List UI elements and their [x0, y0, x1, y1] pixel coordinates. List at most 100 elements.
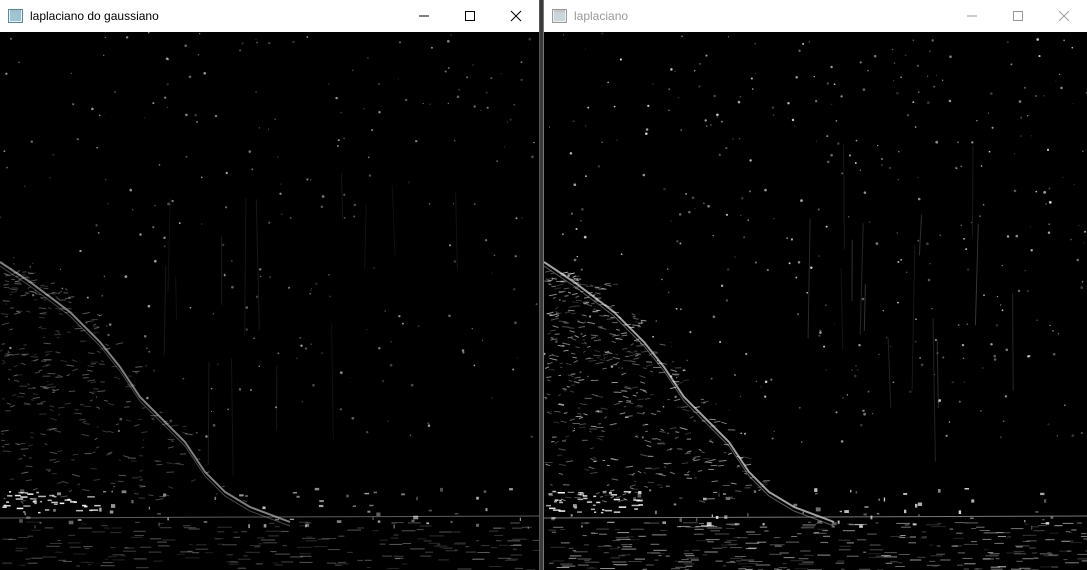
noise-point: [740, 432, 743, 435]
texture-edge: [82, 373, 90, 376]
noise-point: [448, 314, 451, 318]
noise-point: [539, 33, 540, 34]
texture-edge: [57, 481, 63, 485]
texture-edge: [101, 430, 108, 433]
texture-edge: [82, 420, 87, 424]
noise-point: [201, 223, 203, 225]
texture-edge: [81, 433, 90, 437]
noise-point: [1018, 100, 1022, 103]
noise-point: [515, 217, 518, 220]
maximize-button[interactable]: [995, 0, 1041, 32]
noise-point: [893, 62, 896, 64]
texture-edge: [123, 406, 130, 408]
town-edge: [958, 510, 962, 514]
noise-point: [797, 313, 799, 315]
town-edge: [7, 495, 13, 497]
town-edge: [519, 517, 521, 521]
noise-point: [378, 111, 381, 114]
minimize-button[interactable]: [949, 0, 995, 32]
noise-point: [960, 165, 963, 168]
noise-point: [685, 192, 688, 195]
noise-point: [908, 390, 912, 394]
streak-edge: [455, 192, 458, 271]
texture-edge: [141, 446, 145, 449]
noise-point: [143, 117, 145, 119]
noise-point: [473, 203, 476, 206]
texture-edge: [20, 501, 24, 505]
texture-edge: [565, 460, 574, 463]
texture-edge: [45, 353, 50, 356]
noise-point: [1010, 63, 1013, 66]
titlebar[interactable]: laplaciano do gaussiano: [0, 0, 539, 33]
noise-point: [343, 137, 345, 140]
texture-edge: [603, 416, 608, 419]
noise-point: [370, 128, 374, 132]
noise-point: [941, 79, 944, 81]
texture-edge: [1, 445, 5, 448]
maximize-button[interactable]: [447, 0, 493, 32]
texture-edge: [564, 295, 569, 297]
texture-edge: [618, 495, 622, 498]
town-edge: [509, 488, 513, 491]
noise-point: [407, 181, 410, 184]
texture-edge: [58, 312, 64, 316]
noise-point: [559, 299, 561, 301]
town-edge: [753, 490, 757, 493]
noise-point: [929, 263, 931, 265]
texture-edge: [632, 324, 641, 327]
noise-point: [618, 428, 620, 430]
texture-edge: [646, 361, 653, 363]
noise-point: [806, 291, 809, 294]
noise-point: [196, 120, 199, 123]
minimize-button[interactable]: [401, 0, 447, 32]
noise-point: [712, 234, 714, 237]
noise-point: [500, 73, 502, 75]
noise-point: [1047, 423, 1050, 426]
noise-point: [603, 357, 606, 360]
noise-point: [530, 435, 534, 439]
town-edge: [618, 506, 627, 508]
texture-edge: [629, 401, 634, 405]
noise-point: [9, 346, 12, 350]
texture-edge: [599, 496, 604, 498]
texture-edge: [20, 448, 29, 450]
noise-point: [255, 90, 258, 94]
noise-point: [698, 85, 701, 88]
town-edge: [558, 510, 566, 512]
noise-point: [616, 139, 618, 141]
texture-edge: [669, 471, 675, 475]
close-button[interactable]: [493, 0, 539, 32]
town-edge: [715, 515, 719, 519]
noise-point: [512, 368, 515, 371]
close-button[interactable]: [1041, 0, 1087, 32]
texture-edge: [1, 432, 5, 435]
noise-point: [222, 243, 225, 247]
noise-point: [854, 162, 857, 164]
texture-edge: [100, 360, 105, 363]
texture-edge: [53, 460, 60, 464]
town-edge: [103, 491, 107, 493]
noise-point: [461, 349, 465, 352]
texture-edge: [547, 332, 552, 336]
texture-edge: [548, 293, 557, 297]
noise-point: [103, 111, 105, 113]
noise-point: [833, 83, 836, 86]
noise-point: [448, 244, 452, 247]
texture-edge: [600, 407, 608, 410]
texture-edge: [96, 350, 101, 354]
texture-edge: [549, 357, 558, 361]
town-edge: [870, 515, 873, 520]
texture-edge: [610, 316, 615, 319]
window-laplacian[interactable]: laplaciano: [543, 0, 1087, 570]
texture-edge: [13, 312, 21, 315]
town-edge: [613, 511, 621, 513]
window-laplacian-of-gaussian[interactable]: laplaciano do gaussiano: [0, 0, 540, 570]
texture-edge: [644, 423, 648, 426]
titlebar[interactable]: laplaciano: [544, 0, 1087, 32]
noise-point: [1080, 431, 1083, 435]
noise-point: [410, 383, 414, 387]
noise-point: [398, 315, 401, 318]
texture-edge: [640, 381, 646, 384]
noise-point: [704, 119, 707, 122]
town-edge: [99, 507, 102, 512]
